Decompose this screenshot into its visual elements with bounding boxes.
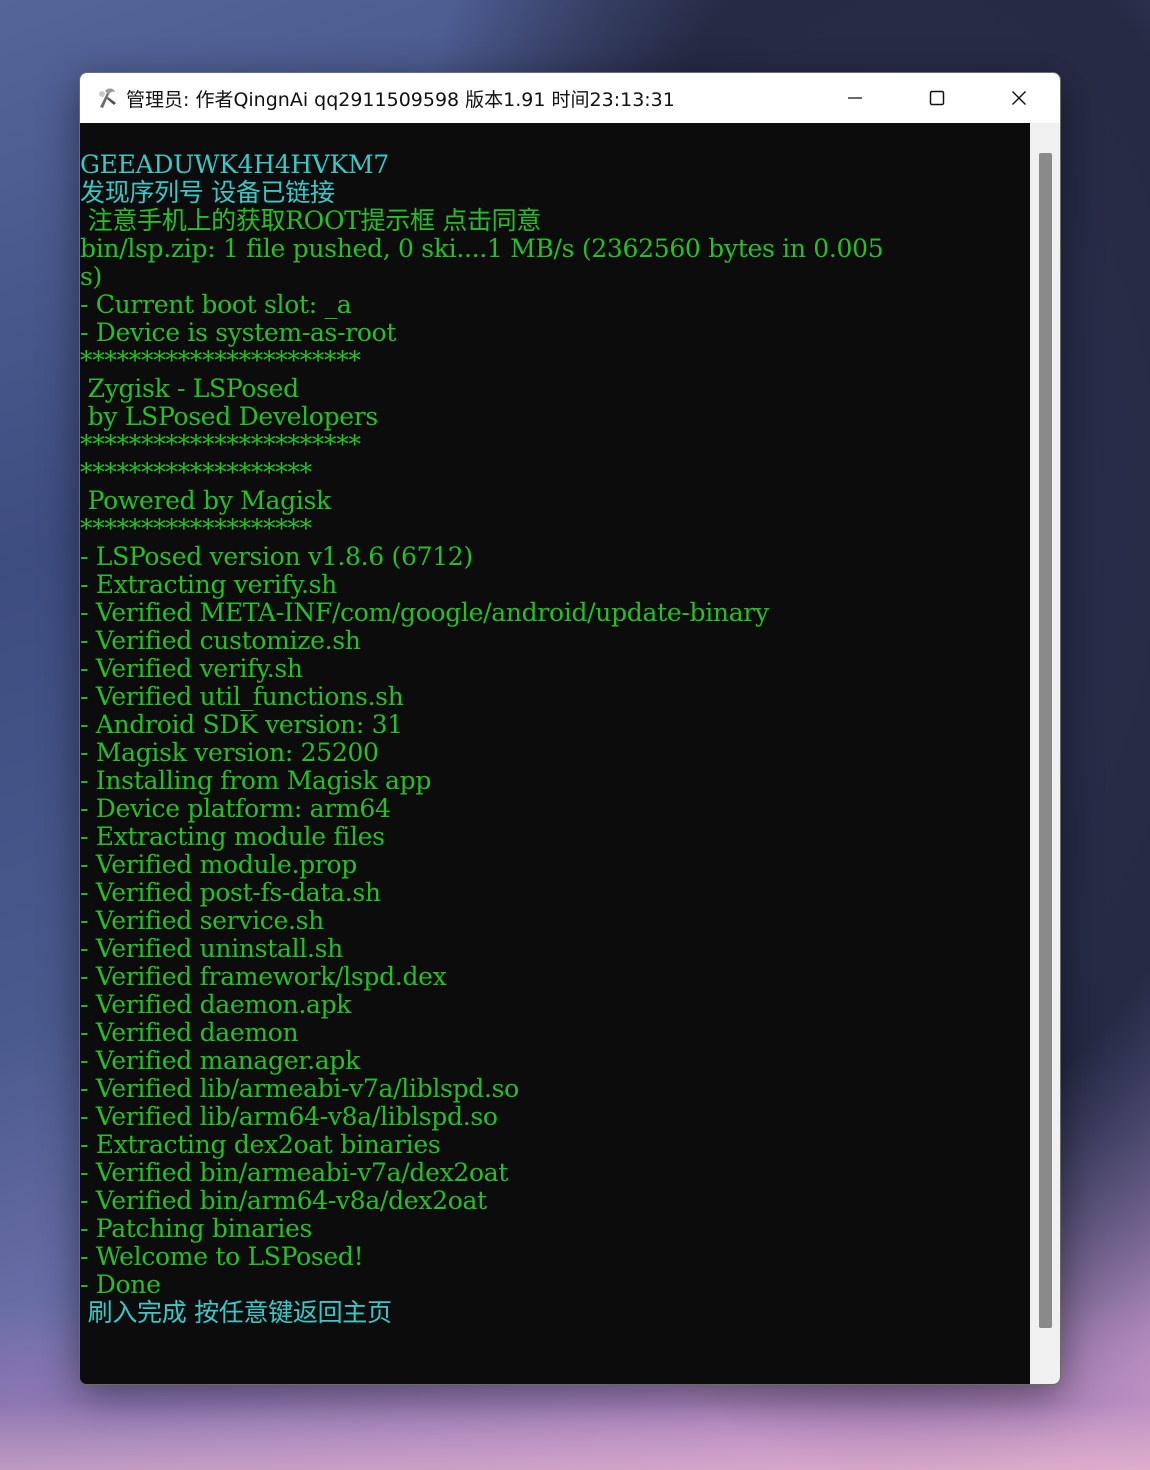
- console-line: - Verified daemon: [80, 1018, 299, 1047]
- minimize-button[interactable]: [814, 73, 896, 123]
- console-line: ***********************: [80, 430, 361, 459]
- console-lines: GEEADUWK4H4HVKM7 发现序列号 设备已链接 注意手机上的获取ROOT…: [80, 150, 884, 1327]
- window-controls: [814, 73, 1060, 123]
- close-icon: [1012, 91, 1026, 105]
- console-line: - Verified util_functions.sh: [80, 682, 404, 711]
- vertical-scrollbar[interactable]: [1030, 123, 1060, 1384]
- console-line: - Verified verify.sh: [80, 654, 303, 683]
- app-icon: [92, 83, 122, 113]
- console-window[interactable]: 管理员: 作者QingnAi qq2911509598 版本1.91 时间23:…: [79, 72, 1061, 1385]
- console-line: - Device is system-as-root: [80, 318, 397, 347]
- console-line: - Verified META-INF/com/google/android/u…: [80, 598, 769, 627]
- console-line: - Device platform: arm64: [80, 794, 391, 823]
- maximize-button[interactable]: [896, 73, 978, 123]
- console-line: ***********************: [80, 346, 361, 375]
- console-line: - Verified module.prop: [80, 850, 357, 879]
- console-line: - Verified lib/arm64-v8a/liblspd.so: [80, 1102, 498, 1131]
- console-line: 注意手机上的获取ROOT提示框 点击同意: [80, 206, 542, 235]
- console-line: - Verified customize.sh: [80, 626, 361, 655]
- console-line: bin/lsp.zip: 1 file pushed, 0 ski....1 M…: [80, 234, 884, 263]
- console-line: - Verified manager.apk: [80, 1046, 360, 1075]
- console-line: - Extracting dex2oat binaries: [80, 1130, 441, 1159]
- console-line: Zygisk - LSPosed: [80, 374, 300, 403]
- console-line: - Done: [80, 1270, 161, 1299]
- console-line: - Verified uninstall.sh: [80, 934, 343, 963]
- console-line: - LSPosed version v1.8.6 (6712): [80, 542, 473, 571]
- scrollbar-thumb[interactable]: [1039, 153, 1052, 1328]
- maximize-icon: [929, 90, 945, 106]
- console-line: - Extracting module files: [80, 822, 385, 851]
- console-line: - Installing from Magisk app: [80, 766, 432, 795]
- console-line: by LSPosed Developers: [80, 402, 379, 431]
- console-line: 发现序列号 设备已链接: [80, 178, 335, 207]
- console-line: GEEADUWK4H4HVKM7: [80, 150, 389, 179]
- console-output[interactable]: GEEADUWK4H4HVKM7 发现序列号 设备已链接 注意手机上的获取ROOT…: [80, 123, 1030, 1384]
- console-line: - Verified bin/arm64-v8a/dex2oat: [80, 1186, 487, 1215]
- console-line: - Patching binaries: [80, 1214, 313, 1243]
- title-bar[interactable]: 管理员: 作者QingnAi qq2911509598 版本1.91 时间23:…: [80, 73, 1060, 123]
- console-line: - Android SDK version: 31: [80, 710, 403, 739]
- console-line: - Magisk version: 25200: [80, 738, 379, 767]
- close-button[interactable]: [978, 73, 1060, 123]
- console-line: - Verified bin/armeabi-v7a/dex2oat: [80, 1158, 509, 1187]
- window-title: 管理员: 作者QingnAi qq2911509598 版本1.91 时间23:…: [126, 88, 675, 111]
- console-line: - Verified post-fs-data.sh: [80, 878, 381, 907]
- console-line: - Extracting verify.sh: [80, 570, 337, 599]
- console-line: s): [80, 262, 102, 291]
- console-line: - Verified framework/lspd.dex: [80, 962, 447, 991]
- console-line: - Verified lib/armeabi-v7a/liblspd.so: [80, 1074, 519, 1103]
- console-line: Powered by Magisk: [80, 486, 332, 515]
- console-line: - Welcome to LSPosed!: [80, 1242, 364, 1271]
- console-line: *******************: [80, 458, 312, 487]
- console-line: - Current boot slot: _a: [80, 290, 352, 319]
- console-line: - Verified daemon.apk: [80, 990, 352, 1019]
- console-line: 刷入完成 按任意键返回主页: [80, 1298, 392, 1327]
- minimize-icon: [848, 97, 862, 99]
- console-line: *******************: [80, 514, 312, 543]
- console-line: - Verified service.sh: [80, 906, 324, 935]
